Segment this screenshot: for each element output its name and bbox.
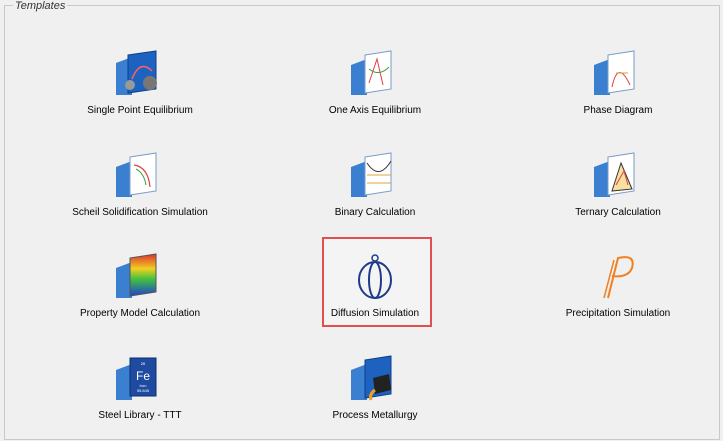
template-label: Precipitation Simulation <box>565 308 671 319</box>
template-single-point-equilibrium[interactable]: Single Point Equilibrium <box>65 45 215 135</box>
ternary-calculation-icon <box>594 152 635 197</box>
template-scheil-solidification[interactable]: Scheil Solidification Simulation <box>65 147 215 237</box>
template-label: Phase Diagram <box>583 105 653 116</box>
diffusion-simulation-icon <box>358 254 392 299</box>
steel-library-icon: 26 Fe Iron 55.845 <box>116 357 157 400</box>
template-process-metallurgy[interactable]: Process Metallurgy <box>300 350 450 440</box>
phase-diagram-icon <box>594 50 635 95</box>
template-label: Single Point Equilibrium <box>87 105 193 116</box>
template-label: Scheil Solidification Simulation <box>72 207 208 218</box>
template-diffusion-simulation[interactable]: Diffusion Simulation <box>300 248 450 338</box>
template-precipitation-simulation[interactable]: Precipitation Simulation <box>543 248 693 338</box>
template-label: Binary Calculation <box>334 207 416 218</box>
template-property-model[interactable]: Property Model Calculation <box>65 248 215 338</box>
precipitation-simulation-icon <box>603 256 634 299</box>
template-label: Steel Library - TTT <box>98 410 182 421</box>
panel-title: Templates <box>13 0 68 12</box>
one-axis-equilibrium-icon <box>351 50 392 95</box>
element-mass: 55.845 <box>137 388 150 393</box>
process-metallurgy-icon <box>351 355 392 401</box>
template-one-axis-equilibrium[interactable]: One Axis Equilibrium <box>300 45 450 135</box>
element-symbol: Fe <box>136 369 150 383</box>
scheil-solidification-icon <box>116 152 157 197</box>
template-ternary-calculation[interactable]: Ternary Calculation <box>543 147 693 237</box>
single-point-equilibrium-icon <box>116 50 157 95</box>
template-label: One Axis Equilibrium <box>328 105 422 116</box>
template-steel-library-ttt[interactable]: 26 Fe Iron 55.845 Steel Library - TTT <box>65 350 215 440</box>
element-number: 26 <box>141 361 146 366</box>
template-phase-diagram[interactable]: Phase Diagram <box>543 45 693 135</box>
template-binary-calculation[interactable]: Binary Calculation <box>300 147 450 237</box>
template-label: Diffusion Simulation <box>330 308 420 319</box>
template-label: Process Metallurgy <box>332 410 418 421</box>
binary-calculation-icon <box>351 152 392 197</box>
property-model-icon <box>116 253 157 298</box>
template-label: Property Model Calculation <box>79 308 201 319</box>
template-label: Ternary Calculation <box>575 207 661 218</box>
